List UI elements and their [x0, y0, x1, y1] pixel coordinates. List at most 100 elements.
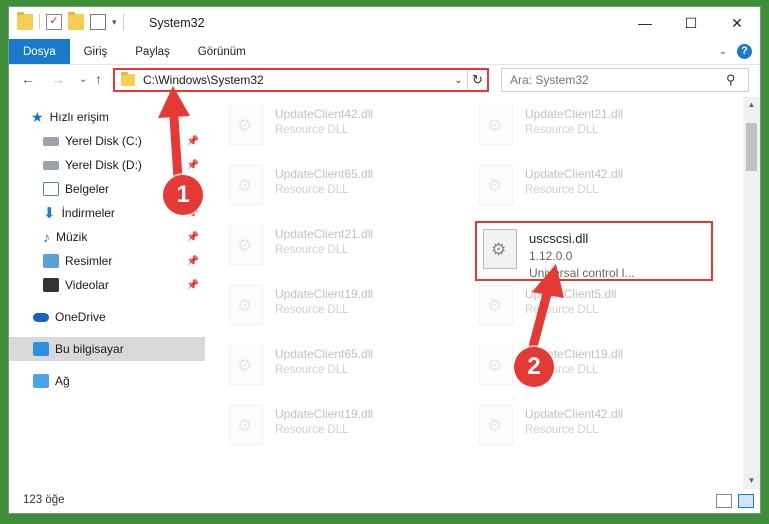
- window-title: System32: [149, 16, 205, 30]
- divider: [122, 14, 124, 30]
- address-path[interactable]: C:\Windows\System32: [143, 73, 449, 87]
- list-item[interactable]: UpdateClient19.dllResource DLL: [229, 285, 459, 341]
- list-item[interactable]: UpdateClient19.dllResource DLL: [229, 405, 459, 461]
- sidebar-item-label: Hızlı erişim: [49, 110, 109, 124]
- item-count: 123 öğe: [23, 494, 65, 506]
- search-placeholder[interactable]: Ara: System32: [510, 73, 726, 87]
- sidebar-item-label: Yerel Disk (C:): [65, 134, 142, 148]
- list-item[interactable]: UpdateClient21.dll Resource DLL: [479, 105, 709, 161]
- documents-icon: [43, 182, 59, 196]
- help-icon[interactable]: ?: [737, 44, 752, 59]
- pin-icon[interactable]: 📌: [187, 232, 199, 243]
- expand-ribbon-icon[interactable]: ⌄: [719, 46, 727, 57]
- details-view-icon[interactable]: [716, 494, 732, 508]
- pin-icon[interactable]: 📌: [187, 280, 199, 291]
- search-box[interactable]: Ara: System32 ⚲: [501, 68, 749, 92]
- back-arrow-icon[interactable]: ←: [21, 71, 35, 87]
- dll-file-icon: [479, 405, 513, 445]
- sidebar-item-label: Müzik: [56, 230, 88, 244]
- file-name: UpdateClient42.dll: [275, 107, 374, 121]
- scrollbar-thumb[interactable]: [746, 123, 757, 171]
- step-2-badge: 2: [514, 347, 554, 387]
- list-item[interactable]: UpdateClient5.dll Resource DLL: [479, 285, 709, 341]
- sidebar-item-videos[interactable]: Videolar 📌: [9, 273, 205, 297]
- pin-icon[interactable]: 📌: [187, 136, 199, 147]
- drive-icon: [43, 136, 59, 146]
- pin-icon[interactable]: 📌: [187, 256, 199, 267]
- list-item[interactable]: UpdateClient65.dll Resource DLL: [229, 165, 459, 221]
- file-name: UpdateClient21.dll: [275, 227, 374, 241]
- file-name: UpdateClient5.dll: [525, 287, 617, 301]
- sidebar-item-network[interactable]: Ağ: [9, 369, 205, 393]
- tab-view[interactable]: Görünüm: [184, 39, 260, 64]
- file-type: Resource DLL: [275, 184, 349, 196]
- music-icon: ♪: [43, 229, 50, 245]
- sidebar-item-label: Resimler: [65, 254, 113, 268]
- window-controls: — ☐ ✕: [622, 7, 760, 39]
- network-icon: [33, 374, 49, 388]
- explorer-window: ✓ ▾ System32 — ☐ ✕ Dosya Giriş Paylaş Gö…: [8, 6, 761, 514]
- quick-access-toolbar: ✓ ▾: [17, 12, 124, 30]
- maximize-button[interactable]: ☐: [668, 7, 714, 39]
- tab-share[interactable]: Paylaş: [121, 39, 184, 64]
- scroll-up-icon[interactable]: ▲: [743, 97, 760, 113]
- recent-locations-chevron-icon[interactable]: ⌄: [79, 74, 87, 85]
- ribbon-right: ⌄ ?: [719, 44, 752, 59]
- file-name: UpdateClient21.dll: [525, 107, 624, 121]
- sidebar-item-drive-d[interactable]: Yerel Disk (D:) 📌: [9, 153, 205, 177]
- sidebar-item-label: Belgeler: [65, 182, 110, 196]
- file-name: UpdateClient42.dll: [525, 407, 624, 421]
- search-icon[interactable]: ⚲: [726, 72, 748, 88]
- pin-icon[interactable]: 📌: [187, 160, 199, 171]
- navigation-pane: ★ Hızlı erişim Yerel Disk (C:) 📌 Yerel D…: [9, 97, 205, 489]
- vertical-scrollbar[interactable]: ▲ ▼: [743, 97, 760, 489]
- up-arrow-icon[interactable]: ↑: [95, 71, 102, 87]
- list-item[interactable]: UpdateClient42.dll Resource DLL: [479, 405, 709, 461]
- highlighted-file-item[interactable]: uscscsi.dll 1.12.0.0 Universal control l…: [475, 221, 713, 281]
- folder-icon: [121, 72, 135, 86]
- tab-file[interactable]: Dosya: [9, 39, 70, 64]
- forward-arrow-icon[interactable]: →: [51, 71, 65, 87]
- file-type: Resource DLL: [275, 424, 349, 436]
- file-description: Universal control l...: [529, 266, 635, 280]
- sidebar-item-label: Bu bilgisayar: [55, 342, 124, 356]
- sidebar-item-music[interactable]: ♪ Müzik 📌: [9, 225, 205, 249]
- refresh-icon[interactable]: ↻: [467, 70, 487, 90]
- view-buttons: [716, 494, 754, 508]
- sidebar-item-quick-access[interactable]: ★ Hızlı erişim: [9, 105, 205, 129]
- file-name: uscscsi.dll: [529, 231, 589, 246]
- dll-file-icon: [479, 105, 513, 145]
- tab-home[interactable]: Giriş: [70, 39, 122, 64]
- customize-qat-icon[interactable]: [90, 14, 106, 30]
- file-type: Resource DLL: [275, 244, 349, 256]
- computer-icon: [33, 342, 49, 356]
- file-type: Resource DLL: [525, 124, 599, 136]
- title-bar: ✓ ▾ System32 — ☐ ✕: [9, 7, 760, 39]
- file-name: UpdateClient65.dll: [275, 347, 374, 361]
- dll-file-icon: [479, 345, 513, 385]
- file-name: UpdateClient65.dll: [275, 167, 374, 181]
- dll-file-icon: [479, 165, 513, 205]
- sidebar-item-this-pc[interactable]: Bu bilgisayar: [9, 337, 205, 361]
- list-item[interactable]: UpdateClient65.dll Resource DLL: [229, 345, 459, 401]
- address-dropdown-icon[interactable]: ⌄: [449, 75, 467, 86]
- list-item[interactable]: UpdateClient42.dll Resource DLL: [479, 165, 709, 221]
- dll-file-icon: [479, 285, 513, 325]
- list-item[interactable]: UpdateClient21.dll Resource DLL: [229, 225, 459, 281]
- close-button[interactable]: ✕: [714, 7, 760, 39]
- large-icons-view-icon[interactable]: [738, 494, 754, 508]
- folder-icon: [17, 12, 33, 30]
- chevron-down-icon[interactable]: ▾: [112, 17, 117, 28]
- properties-check-icon[interactable]: ✓: [46, 14, 62, 30]
- minimize-button[interactable]: —: [622, 7, 668, 39]
- list-item[interactable]: UpdateClient19.dllResource DLL: [479, 345, 709, 401]
- address-bar[interactable]: C:\Windows\System32 ⌄ ↻: [113, 68, 489, 92]
- sidebar-item-label: İndirmeler: [61, 206, 115, 220]
- file-type: Resource DLL: [275, 364, 349, 376]
- sidebar-item-pictures[interactable]: Resimler 📌: [9, 249, 205, 273]
- new-folder-icon[interactable]: [68, 12, 84, 30]
- list-item[interactable]: UpdateClient42.dll Resource DLL: [229, 105, 459, 161]
- sidebar-item-onedrive[interactable]: OneDrive: [9, 305, 205, 329]
- sidebar-item-label: Yerel Disk (D:): [65, 158, 142, 172]
- sidebar-item-drive-c[interactable]: Yerel Disk (C:) 📌: [9, 129, 205, 153]
